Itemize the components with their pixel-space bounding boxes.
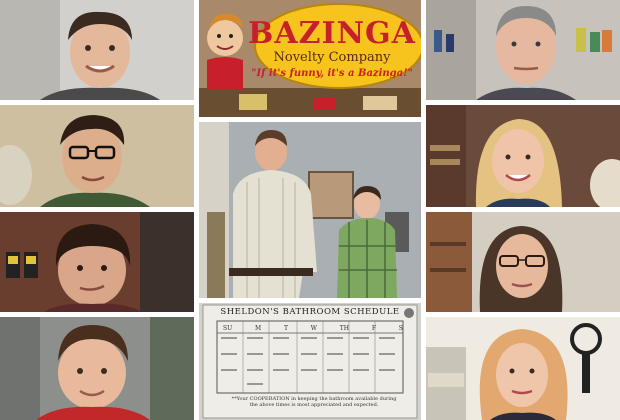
photo-bazinga-sign: BAZINGA Novelty Company "If it's funny, … bbox=[199, 0, 421, 117]
schedule-title: SHELDON'S BATHROOM SCHEDULE bbox=[220, 307, 400, 317]
bazinga-title: BAZINGA bbox=[248, 16, 416, 51]
schedule-day: T bbox=[283, 325, 288, 332]
photo-woman-with-glasses bbox=[426, 212, 620, 312]
schedule-day: M bbox=[254, 325, 262, 332]
photo-collage: BAZINGA Novelty Company "If it's funny, … bbox=[0, 0, 620, 420]
schedule-note: **Your COOPERATION in keeping the bathro… bbox=[231, 396, 397, 408]
photo-man-with-glasses bbox=[0, 105, 194, 207]
bazinga-tagline: "If it's funny, it's a Bazinga!" bbox=[251, 68, 413, 79]
schedule-day: TH bbox=[339, 325, 349, 332]
schedule-day: W bbox=[310, 325, 317, 332]
schedule-day: S bbox=[398, 325, 403, 332]
man-with-glasses-image bbox=[0, 105, 194, 207]
photo-blonde-woman-smiling bbox=[426, 105, 620, 207]
blonde-woman-smiling-image bbox=[426, 105, 620, 207]
schedule-day-headers: SU M T W TH F S bbox=[223, 325, 403, 332]
photo-young-man-smiling bbox=[0, 0, 194, 100]
bazinga-subtitle: Novelty Company bbox=[273, 50, 391, 65]
boy-red-shirt-image bbox=[0, 317, 194, 420]
young-man-smiling-image bbox=[0, 0, 194, 100]
photo-bathroom-schedule: SHELDON'S BATHROOM SCHEDULE SU M T W TH … bbox=[199, 303, 421, 420]
photo-father-and-boy bbox=[199, 122, 421, 298]
photo-man-bowl-haircut bbox=[0, 212, 194, 312]
photo-boy-red-shirt bbox=[0, 317, 194, 420]
photo-older-man bbox=[426, 0, 620, 100]
blonde-woman-curly-image bbox=[426, 317, 620, 420]
older-man-image bbox=[426, 0, 620, 100]
woman-with-glasses-image bbox=[426, 212, 620, 312]
man-bowl-haircut-image bbox=[0, 212, 194, 312]
photo-blonde-woman-curly bbox=[426, 317, 620, 420]
schedule-day: SU bbox=[223, 325, 233, 332]
schedule-day: F bbox=[371, 325, 376, 332]
father-and-boy-image bbox=[199, 122, 421, 298]
